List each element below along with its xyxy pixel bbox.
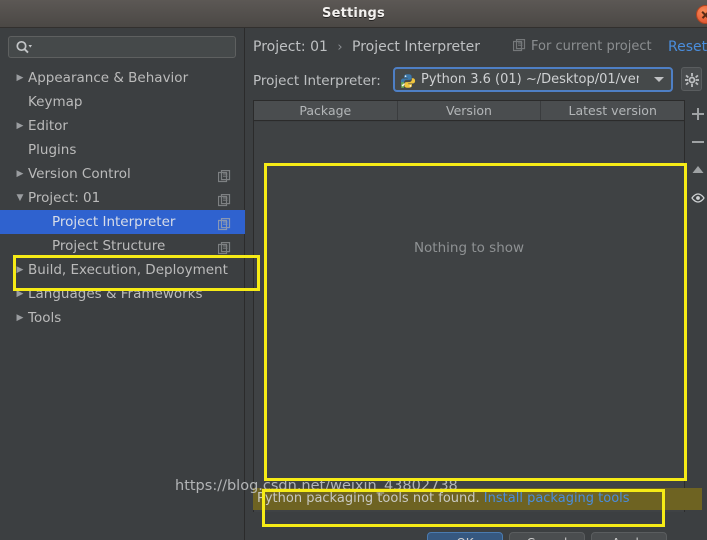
sidebar-item-keymap[interactable]: Keymap — [0, 90, 245, 114]
settings-content: Project: 01 › Project Interpreter For cu… — [245, 28, 707, 540]
breadcrumb-leaf: Project Interpreter — [352, 39, 481, 55]
chevron-right-icon[interactable]: ▶ — [13, 66, 27, 90]
chevron-right-icon[interactable]: ▶ — [13, 282, 27, 306]
chevron-down-icon — [654, 77, 664, 82]
packages-table-header: Package Version Latest version — [254, 101, 684, 121]
add-package-button[interactable] — [689, 100, 707, 128]
column-header[interactable]: Package — [254, 101, 398, 120]
project-interpreter-dropdown[interactable]: Python 3.6 (01) ~/Desktop/01/venv/bi — [393, 67, 673, 92]
module-icon — [217, 239, 231, 255]
sidebar-item-label: Project Structure — [52, 238, 166, 254]
remove-package-button[interactable] — [689, 128, 707, 156]
reset-link[interactable]: Reset — [668, 37, 707, 57]
breadcrumb-root[interactable]: Project: 01 — [253, 39, 328, 55]
module-icon — [512, 39, 526, 52]
install-packaging-tools-link[interactable]: Install packaging tools — [484, 491, 630, 506]
ok-button[interactable]: OK — [427, 532, 503, 540]
dialog-body: ▶ Appearance & Behavior Keymap ▶ Editor Plugi… — [0, 28, 707, 540]
settings-tree: ▶ Appearance & Behavior Keymap ▶ Editor Plugi… — [0, 66, 245, 330]
python-icon — [400, 73, 416, 89]
window-titlebar: Settings — [0, 0, 707, 28]
sidebar-item-languages-frameworks[interactable]: ▶ Languages & Frameworks — [0, 282, 245, 306]
chevron-down-icon[interactable]: ▼ — [13, 186, 27, 210]
project-interpreter-label: Project Interpreter: — [253, 73, 381, 89]
chevron-right-icon[interactable]: ▶ — [13, 306, 27, 330]
apply-button[interactable]: Apply — [591, 532, 667, 540]
gear-icon — [685, 72, 699, 87]
sidebar-item-appearance-behavior[interactable]: ▶ Appearance & Behavior — [0, 66, 245, 90]
chevron-right-icon[interactable]: ▶ — [13, 258, 27, 282]
sidebar-item-label: Tools — [28, 310, 62, 326]
packages-table-body[interactable]: Nothing to show — [254, 122, 684, 512]
sidebar-item-label: Languages & Frameworks — [28, 286, 203, 302]
empty-state-text: Nothing to show — [413, 240, 525, 256]
upgrade-package-button[interactable] — [689, 156, 707, 184]
chevron-right-icon[interactable]: ▶ — [13, 162, 27, 186]
search-icon — [15, 40, 32, 55]
project-interpreter-value: Python 3.6 (01) ~/Desktop/01/venv/bi — [421, 72, 639, 87]
show-early-releases-button[interactable] — [689, 184, 707, 212]
for-current-project-label: For current project — [512, 37, 652, 57]
sidebar-item-label: Project: 01 — [28, 190, 101, 206]
sidebar-item-project-interpreter[interactable]: Project Interpreter — [0, 210, 245, 234]
sidebar-item-label: Appearance & Behavior — [28, 70, 189, 86]
sidebar-item-label: Project Interpreter — [52, 214, 176, 230]
packages-toolbar — [689, 100, 707, 512]
sidebar-item-editor[interactable]: ▶ Editor — [0, 114, 245, 138]
window-title: Settings — [322, 6, 385, 21]
sidebar-item-label: Keymap — [28, 94, 83, 110]
cancel-button[interactable]: Cancel — [509, 532, 585, 540]
chevron-right-icon[interactable]: ▶ — [13, 114, 27, 138]
column-header[interactable]: Version — [398, 101, 542, 120]
column-header[interactable]: Latest version — [541, 101, 684, 120]
sidebar-item-build-execution-deployment[interactable]: ▶ Build, Execution, Deployment — [0, 258, 245, 282]
sidebar-item-label: Plugins — [28, 142, 77, 158]
settings-dialog: Settings ▶ Appearance & Behavior Keymap ▶ Ed… — [0, 0, 707, 540]
sidebar-item-label: Editor — [28, 118, 68, 134]
breadcrumb: Project: 01 › Project Interpreter — [253, 36, 480, 58]
sidebar-item-label: Version Control — [28, 166, 131, 182]
breadcrumb-separator: › — [337, 40, 343, 55]
packages-table: Package Version Latest version Nothing to … — [253, 100, 685, 512]
settings-sidebar: ▶ Appearance & Behavior Keymap ▶ Editor Plugi… — [0, 28, 245, 540]
sidebar-item-project-01[interactable]: ▼ Project: 01 — [0, 186, 245, 210]
sidebar-item-tools[interactable]: ▶ Tools — [0, 306, 245, 330]
sidebar-item-version-control[interactable]: ▶ Version Control — [0, 162, 245, 186]
module-icon — [217, 215, 231, 231]
dialog-button-bar: OK Cancel Apply — [245, 526, 707, 540]
sidebar-item-project-structure[interactable]: Project Structure — [0, 234, 245, 258]
sidebar-item-label: Build, Execution, Deployment — [28, 262, 228, 278]
for-current-project-text: For current project — [531, 39, 652, 54]
search-input[interactable] — [8, 36, 236, 58]
module-icon — [217, 191, 231, 207]
watermark-text: https://blog.csdn.net/weixin_43802738 — [175, 478, 458, 494]
interpreter-settings-button[interactable] — [681, 67, 702, 91]
sidebar-item-plugins[interactable]: Plugins — [0, 138, 245, 162]
module-icon — [217, 167, 231, 183]
